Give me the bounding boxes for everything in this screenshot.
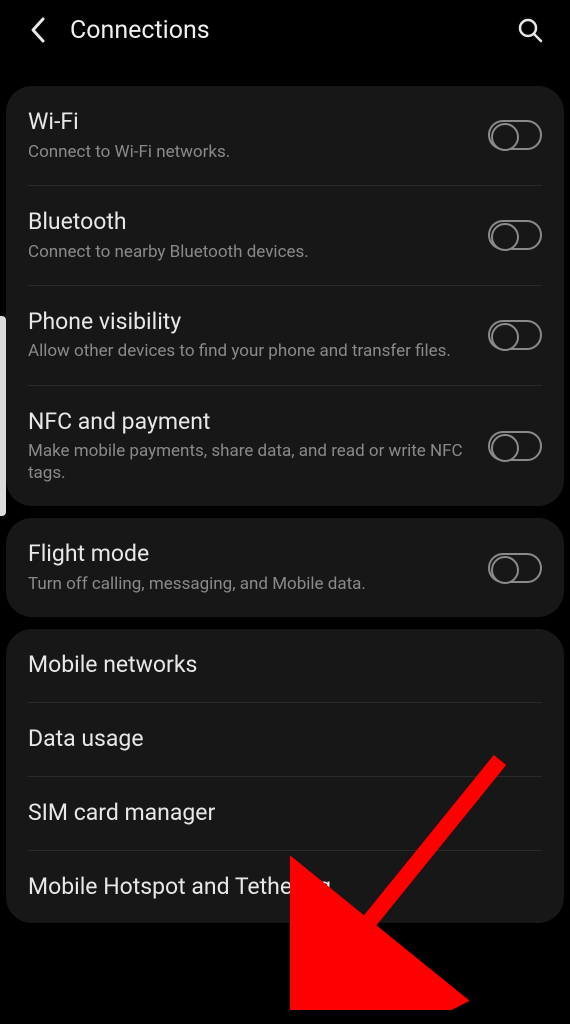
toggle-flight-mode[interactable]	[488, 553, 542, 583]
settings-group: Mobile networks Data usage SIM card manage…	[6, 629, 564, 923]
page-title: Connections	[70, 16, 516, 45]
settings-row-sim-card-manager[interactable]: SIM card manager	[28, 777, 542, 851]
row-text: Mobile networks	[28, 651, 542, 680]
settings-group: Wi-Fi Connect to Wi-Fi networks. Bluetooth…	[6, 86, 564, 506]
row-text: Flight mode Turn off calling, messaging, …	[28, 540, 488, 595]
row-text: Bluetooth Connect to nearby Bluetooth dev…	[28, 208, 488, 263]
toggle-phone-visibility[interactable]	[488, 320, 542, 350]
scroll-indicator	[0, 316, 6, 516]
row-title: Phone visibility	[28, 308, 470, 337]
row-text: Mobile Hotspot and Tethering	[28, 873, 542, 902]
row-subtitle: Allow other devices to find your phone a…	[28, 340, 470, 362]
row-title: Wi-Fi	[28, 108, 470, 137]
row-subtitle: Connect to nearby Bluetooth devices.	[28, 241, 470, 263]
row-subtitle: Connect to Wi-Fi networks.	[28, 141, 470, 163]
row-text: Phone visibility Allow other devices to f…	[28, 308, 488, 363]
row-title: Bluetooth	[28, 208, 470, 237]
back-button[interactable]	[24, 16, 52, 44]
chevron-left-icon	[29, 16, 47, 44]
row-title: Data usage	[28, 725, 524, 754]
settings-group: Flight mode Turn off calling, messaging, …	[6, 518, 564, 617]
settings-row-phone-visibility[interactable]: Phone visibility Allow other devices to f…	[28, 286, 542, 386]
toggle-nfc-payment[interactable]	[488, 431, 542, 461]
search-icon	[517, 17, 543, 43]
toggle-bluetooth[interactable]	[488, 220, 542, 250]
header: Connections	[0, 0, 570, 60]
row-text: SIM card manager	[28, 799, 542, 828]
row-title: SIM card manager	[28, 799, 524, 828]
search-button[interactable]	[516, 16, 544, 44]
settings-row-wifi[interactable]: Wi-Fi Connect to Wi-Fi networks.	[28, 86, 542, 186]
row-title: Mobile networks	[28, 651, 524, 680]
row-text: NFC and payment Make mobile payments, sha…	[28, 408, 488, 485]
row-title: Mobile Hotspot and Tethering	[28, 873, 524, 902]
settings-row-data-usage[interactable]: Data usage	[28, 703, 542, 777]
settings-row-flight-mode[interactable]: Flight mode Turn off calling, messaging, …	[28, 518, 542, 617]
settings-row-mobile-hotspot[interactable]: Mobile Hotspot and Tethering	[28, 851, 542, 924]
row-title: Flight mode	[28, 540, 470, 569]
settings-row-nfc-payment[interactable]: NFC and payment Make mobile payments, sha…	[28, 386, 542, 507]
row-text: Data usage	[28, 725, 542, 754]
row-text: Wi-Fi Connect to Wi-Fi networks.	[28, 108, 488, 163]
row-title: NFC and payment	[28, 408, 470, 437]
row-subtitle: Turn off calling, messaging, and Mobile …	[28, 573, 470, 595]
row-subtitle: Make mobile payments, share data, and re…	[28, 440, 470, 484]
settings-row-bluetooth[interactable]: Bluetooth Connect to nearby Bluetooth dev…	[28, 186, 542, 286]
toggle-wifi[interactable]	[488, 120, 542, 150]
settings-row-mobile-networks[interactable]: Mobile networks	[28, 629, 542, 703]
